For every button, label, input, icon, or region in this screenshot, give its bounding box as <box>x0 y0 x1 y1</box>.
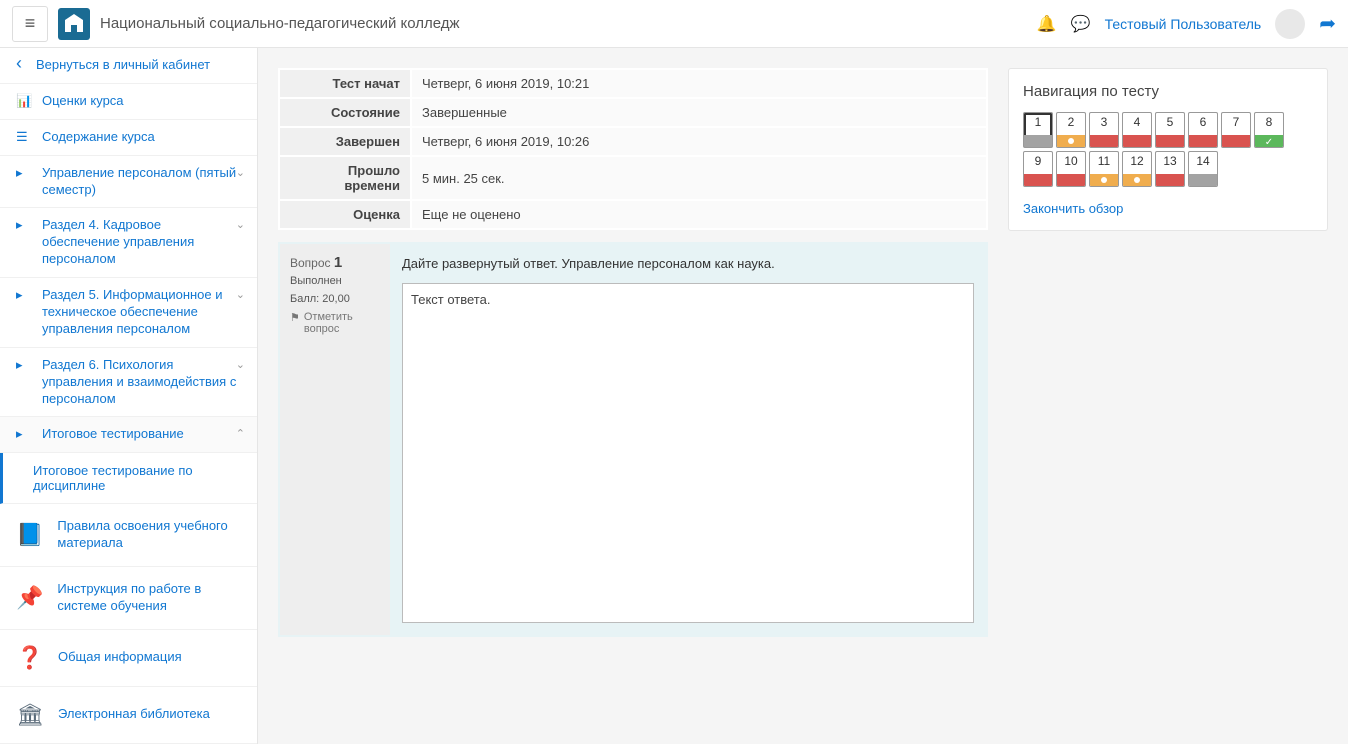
question-nav-4[interactable]: 4 <box>1122 112 1152 148</box>
question-nav-grid: 1234567891011121314 <box>1023 112 1313 187</box>
question-nav-9[interactable]: 9 <box>1023 151 1053 187</box>
nav-general-info[interactable]: ❓ Общая информация <box>0 630 257 687</box>
nav-subitem-test[interactable]: Итоговое тестирование по дисциплине <box>0 453 257 504</box>
question-nav-7[interactable]: 7 <box>1221 112 1251 148</box>
quiz-navigation-panel: Навигация по тесту 1234567891011121314 З… <box>1008 68 1328 231</box>
finish-review-link[interactable]: Закончить обзор <box>1023 201 1313 216</box>
quiz-summary-table: Тест начатЧетверг, 6 июня 2019, 10:21Сос… <box>278 68 988 230</box>
logo[interactable] <box>58 8 90 40</box>
question-nav-12[interactable]: 12 <box>1122 151 1152 187</box>
summary-row: Тест начатЧетверг, 6 июня 2019, 10:21 <box>280 70 986 97</box>
list-icon: ☰ <box>16 129 32 145</box>
play-icon: ▸ <box>16 426 32 442</box>
play-icon: ▸ <box>16 217 32 233</box>
library-icon: 🏛 <box>16 701 44 729</box>
play-icon: ▸ <box>16 165 32 181</box>
summary-row: ОценкаЕще не оценено <box>280 201 986 228</box>
avatar[interactable] <box>1275 9 1305 39</box>
question-nav-13[interactable]: 13 <box>1155 151 1185 187</box>
sidebar: Вернуться в личный кабинет 📊 Оценки курс… <box>0 48 258 744</box>
play-icon: ▸ <box>16 357 32 373</box>
question-nav-14[interactable]: 14 <box>1188 151 1218 187</box>
summary-row: ЗавершенЧетверг, 6 июня 2019, 10:26 <box>280 128 986 155</box>
nav-panel-title: Навигация по тесту <box>1023 83 1313 100</box>
play-icon: ▸ <box>16 287 32 303</box>
book-icon: 📘 <box>16 521 43 549</box>
question-text: Дайте развернутый ответ. Управление перс… <box>402 256 974 271</box>
messages-icon[interactable]: 💬 <box>1071 14 1091 34</box>
nav-instructions[interactable]: 📌 Инструкция по работе в системе обучени… <box>0 567 257 630</box>
back-to-dashboard[interactable]: Вернуться в личный кабинет <box>0 48 257 84</box>
summary-row: Прошло времени5 мин. 25 сек. <box>280 157 986 199</box>
user-menu[interactable]: Тестовый Пользователь <box>1105 16 1262 32</box>
question-nav-5[interactable]: 5 <box>1155 112 1185 148</box>
logout-icon[interactable]: ➦ <box>1319 11 1336 36</box>
question-nav-10[interactable]: 10 <box>1056 151 1086 187</box>
summary-row: СостояниеЗавершенные <box>280 99 986 126</box>
question-nav-11[interactable]: 11 <box>1089 151 1119 187</box>
header: ≡ Национальный социально-педагогический … <box>0 0 1348 48</box>
nav-rules[interactable]: 📘 Правила освоения учебного материала <box>0 504 257 567</box>
question-nav-8[interactable]: 8 <box>1254 112 1284 148</box>
nav-grades[interactable]: 📊 Оценки курса <box>0 84 257 120</box>
nav-section-4[interactable]: ▸ Итоговое тестирование <box>0 417 257 453</box>
chart-icon: 📊 <box>16 93 32 109</box>
pin-icon: 📌 <box>16 584 43 612</box>
question-block: Вопрос 1 Выполнен Балл: 20,00 ⚑ Отметить… <box>278 242 988 637</box>
site-name: Национальный социально-педагогический ко… <box>100 15 1037 32</box>
question-nav-1[interactable]: 1 <box>1023 112 1053 148</box>
question-nav-2[interactable]: 2 <box>1056 112 1086 148</box>
question-info: Вопрос 1 Выполнен Балл: 20,00 ⚑ Отметить… <box>280 244 390 635</box>
question-icon: ❓ <box>16 644 44 672</box>
flag-icon: ⚑ <box>290 311 300 324</box>
notifications-icon[interactable]: 🔔 <box>1037 14 1057 34</box>
answer-text: Текст ответа. <box>402 283 974 623</box>
nav-library[interactable]: 🏛 Электронная библиотека <box>0 687 257 744</box>
nav-section-1[interactable]: ▸ Раздел 4. Кадровое обеспечение управле… <box>0 208 257 278</box>
logo-icon <box>62 12 86 36</box>
menu-toggle[interactable]: ≡ <box>12 6 48 42</box>
nav-section-2[interactable]: ▸ Раздел 5. Информационное и техническое… <box>0 278 257 348</box>
nav-section-0[interactable]: ▸ Управление персоналом (пятый семестр) <box>0 156 257 209</box>
question-nav-3[interactable]: 3 <box>1089 112 1119 148</box>
question-nav-6[interactable]: 6 <box>1188 112 1218 148</box>
nav-contents[interactable]: ☰ Содержание курса <box>0 120 257 156</box>
flag-question[interactable]: ⚑ Отметить вопрос <box>290 311 380 335</box>
nav-section-3[interactable]: ▸ Раздел 6. Психология управления и взаи… <box>0 348 257 418</box>
